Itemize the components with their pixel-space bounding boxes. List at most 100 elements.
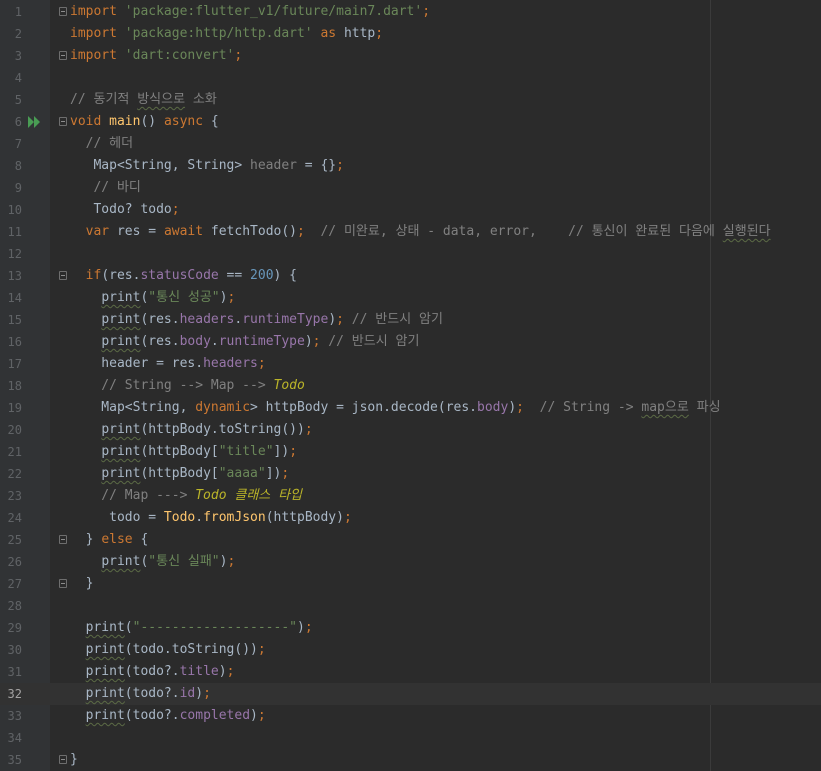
line-number[interactable]: 15 (0, 309, 22, 331)
code-line[interactable]: 18 // String --> Map --> Todo (0, 375, 821, 397)
line-number[interactable]: 25 (0, 529, 22, 551)
code-token: print (101, 554, 141, 569)
code-token: // 바디 (70, 180, 141, 195)
code-line[interactable]: 12 (0, 243, 821, 265)
code-line[interactable]: 7 // 헤더 (0, 133, 821, 155)
code-line[interactable]: 14 print("통신 성공"); (0, 287, 821, 309)
code-line[interactable]: 1 import 'package:flutter_v1/future/main7… (0, 1, 821, 23)
line-number[interactable]: 34 (0, 727, 22, 749)
line-number[interactable]: 3 (0, 45, 22, 67)
line-number[interactable]: 12 (0, 243, 22, 265)
code-line[interactable]: 33 print(todo?.completed); (0, 705, 821, 727)
code-token: // String -> (523, 400, 642, 415)
code-line[interactable]: 24 todo = Todo.fromJson(httpBody); (0, 507, 821, 529)
code-line[interactable]: 13 if(res.statusCode == 200) { (0, 265, 821, 287)
code-line[interactable]: 6 void main() async { (0, 111, 821, 133)
line-number[interactable]: 29 (0, 617, 22, 639)
code-line[interactable]: 30 print(todo.toString()); (0, 639, 821, 661)
code-line[interactable]: 20 print(httpBody.toString()); (0, 419, 821, 441)
line-number[interactable]: 6 (0, 111, 22, 133)
code-token: else (101, 532, 133, 547)
code-text: // Map ---> Todo 클래스 타입 (70, 485, 302, 507)
code-line[interactable]: 29 print("-------------------"); (0, 617, 821, 639)
code-line[interactable]: 19 Map<String, dynamic> httpBody = json.… (0, 397, 821, 419)
line-number[interactable]: 23 (0, 485, 22, 507)
code-line[interactable]: 3 import 'dart:convert'; (0, 45, 821, 67)
code-token: print (101, 312, 141, 327)
code-text: var res = await fetchTodo(); // 미완료, 상태 … (70, 221, 771, 243)
line-number[interactable]: 19 (0, 397, 22, 419)
line-number[interactable]: 16 (0, 331, 22, 353)
fold-toggle-icon[interactable] (59, 7, 67, 16)
line-number[interactable]: 10 (0, 199, 22, 221)
line-number[interactable]: 8 (0, 155, 22, 177)
line-number[interactable]: 1 (0, 1, 22, 23)
code-token: (res. (140, 334, 180, 349)
code-line[interactable]: 8 Map<String, String> header = {}; (0, 155, 821, 177)
line-number[interactable]: 20 (0, 419, 22, 441)
line-number[interactable]: 14 (0, 287, 22, 309)
fold-toggle-icon[interactable] (59, 271, 67, 280)
line-number[interactable]: 4 (0, 67, 22, 89)
code-token: 소화 (185, 92, 217, 107)
code-token: ) (304, 334, 313, 349)
code-text: Map<String, String> header = {}; (70, 155, 343, 177)
line-number[interactable]: 35 (0, 749, 22, 771)
fold-toggle-icon[interactable] (59, 579, 67, 588)
line-number[interactable]: 18 (0, 375, 22, 397)
line-number[interactable]: 9 (0, 177, 22, 199)
code-line[interactable]: 34 (0, 727, 821, 749)
code-token: (todo?. (124, 664, 180, 679)
code-token: 파싱 (688, 400, 721, 415)
code-line[interactable]: 23 // Map ---> Todo 클래스 타입 (0, 485, 821, 507)
code-line[interactable]: 28 (0, 595, 821, 617)
code-editor[interactable]: 1 import 'package:flutter_v1/future/main7… (0, 0, 821, 771)
code-line[interactable]: 22 print(httpBody["aaaa"]); (0, 463, 821, 485)
code-line[interactable]: 9 // 바디 (0, 177, 821, 199)
fold-toggle-icon[interactable] (59, 535, 67, 544)
code-token: ) (297, 620, 305, 635)
line-number[interactable]: 21 (0, 441, 22, 463)
code-line[interactable]: 31 print(todo?.title); (0, 661, 821, 683)
line-number[interactable]: 11 (0, 221, 22, 243)
code-token: (res. (140, 312, 180, 327)
code-token: runtimeType (242, 312, 329, 327)
code-line[interactable]: 35} (0, 749, 821, 771)
fold-toggle-icon[interactable] (59, 117, 67, 126)
line-number[interactable]: 22 (0, 463, 22, 485)
line-number[interactable]: 31 (0, 661, 22, 683)
code-line[interactable]: 21 print(httpBody["title"]); (0, 441, 821, 463)
code-line[interactable]: 15 print(res.headers.runtimeType); // 반드… (0, 309, 821, 331)
line-number[interactable]: 32 (0, 683, 22, 705)
code-line[interactable]: 4 (0, 67, 821, 89)
code-token: { (203, 114, 219, 129)
code-line[interactable]: 5 // 동기적 방식으로 소화 (0, 89, 821, 111)
line-number[interactable]: 2 (0, 23, 22, 45)
code-token: (httpBody.toString()) (140, 422, 305, 437)
code-line[interactable]: 32 print(todo?.id); (0, 683, 821, 705)
fold-toggle-icon[interactable] (59, 755, 67, 764)
code-line[interactable]: 25 } else { (0, 529, 821, 551)
run-arrow-icon[interactable] (28, 116, 42, 128)
line-number[interactable]: 24 (0, 507, 22, 529)
code-token: var (85, 224, 110, 239)
line-number[interactable]: 26 (0, 551, 22, 573)
line-number[interactable]: 28 (0, 595, 22, 617)
line-number[interactable]: 30 (0, 639, 22, 661)
code-line[interactable]: 16 print(res.body.runtimeType); // 반드시 암… (0, 331, 821, 353)
code-line[interactable]: 17 header = res.headers; (0, 353, 821, 375)
line-number[interactable]: 33 (0, 705, 22, 727)
line-number[interactable]: 7 (0, 133, 22, 155)
code-line[interactable]: 11 var res = await fetchTodo(); // 미완료, … (0, 221, 821, 243)
code-line[interactable]: 10 Todo? todo; (0, 199, 821, 221)
line-number[interactable]: 13 (0, 265, 22, 287)
line-number[interactable]: 17 (0, 353, 22, 375)
code-line[interactable]: 27 } (0, 573, 821, 595)
line-number[interactable]: 5 (0, 89, 22, 111)
fold-toggle-icon[interactable] (59, 51, 67, 60)
line-number[interactable]: 27 (0, 573, 22, 595)
code-line[interactable]: 26 print("통신 실패"); (0, 551, 821, 573)
code-line[interactable]: 2 import 'package:http/http.dart' as http… (0, 23, 821, 45)
code-token: // String --> Map --> (70, 378, 274, 393)
